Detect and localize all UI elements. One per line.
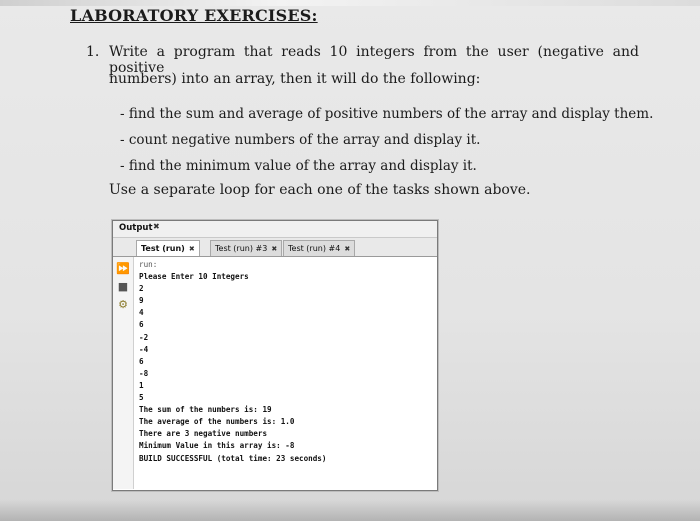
photo-shadow [0,500,700,521]
console-line: -8 [139,368,149,378]
console-line: Please Enter 10 Integers [139,272,249,282]
output-tabs: ⏩ Test (run)✖ Test (run) #3✖ Test (run) … [113,238,437,271]
close-icon[interactable]: ✖ [344,245,350,253]
output-panel: Output ✖ ⏩ Test (run)✖ Test (run) #3✖ Te… [112,220,438,491]
close-icon[interactable]: ✖ [189,245,195,253]
tab-test-run[interactable]: Test (run) ✖ [136,240,200,256]
section-heading: LABORATORY EXERCISES: [70,6,318,25]
tab-test-run-4[interactable]: Test (run) #4 ✖ [283,240,356,256]
console-line: -2 [139,332,149,342]
console-line: 5 [139,393,144,403]
tab-label: Test (run) #3 [215,244,268,253]
close-icon[interactable]: ✖ [271,245,277,253]
output-toolbar: ⏩ ■ ⚙ [113,257,134,489]
console-line: 6 [139,320,144,330]
run-again-icon[interactable]: ⏩ [116,263,130,275]
task-bullet-sum-average: - find the sum and average of positive n… [120,106,654,122]
console-line: The average of the numbers is: 1.0 [139,417,295,427]
console-line: The sum of the numbers is: 19 [139,405,272,415]
settings-icon[interactable]: ⚙ [116,299,130,311]
console-line: 9 [139,296,144,306]
console-line: There are 3 negative numbers [139,429,268,439]
task-bullet-count-negative: - count negative numbers of the array an… [120,132,481,148]
tab-label: Test (run) [141,244,185,253]
instruction-note: Use a separate loop for each one of the … [109,182,531,198]
photographed-worksheet: LABORATORY EXERCISES: 1. Write a program… [0,0,700,521]
console-line: run: [139,260,158,269]
task-bullet-minimum: - find the minimum value of the array an… [120,158,477,174]
output-title: Output [119,223,153,233]
close-icon[interactable]: ✖ [153,222,160,231]
question-text-line-2: numbers) into an array, then it will do … [109,71,481,87]
console-line: 2 [139,284,144,294]
console-line: 1 [139,380,144,390]
console-line: BUILD SUCCESSFUL (total time: 23 seconds… [139,453,327,463]
console-line: Minimum Value in this array is: -8 [139,441,295,451]
console-line: 4 [139,308,144,318]
output-title-bar: Output ✖ [113,221,437,238]
console-line: 6 [139,356,144,366]
stop-icon[interactable]: ■ [116,281,130,293]
tab-test-run-3[interactable]: Test (run) #3 ✖ [210,240,283,256]
question-number: 1. [86,44,100,60]
console-line: -4 [139,344,149,354]
console-output: run: Please Enter 10 Integers 2 9 4 6 -2… [139,259,429,487]
tab-label: Test (run) #4 [288,244,341,253]
